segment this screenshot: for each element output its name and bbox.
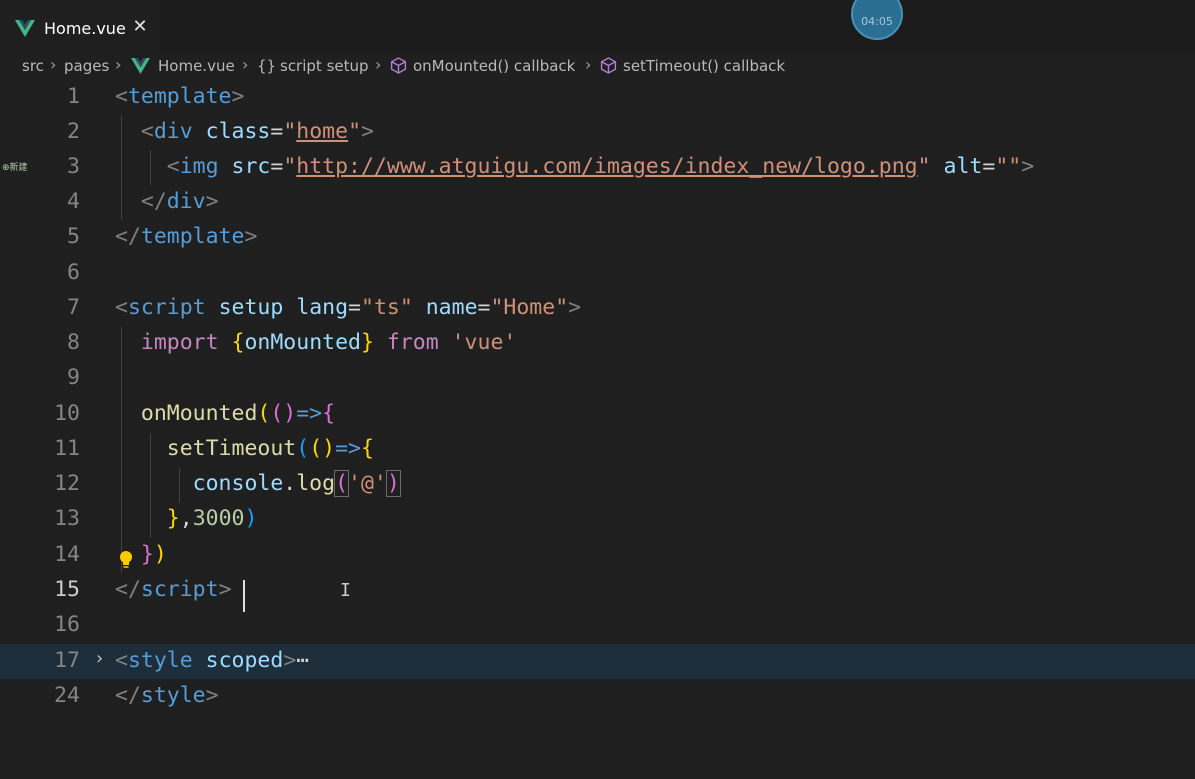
tab-bar: Home.vue ✕ 04:05 xyxy=(0,0,1195,52)
line-number: 13 xyxy=(54,506,80,531)
code-line: 9 xyxy=(0,361,1195,396)
line-number: 3 xyxy=(67,154,80,179)
line-number: 10 xyxy=(54,401,80,426)
code-line: 10 onMounted(()=>{ xyxy=(0,397,1195,432)
line-number: 8 xyxy=(67,330,80,355)
code-line-folded: 17 › <style scoped>⋯ xyxy=(0,644,1195,679)
code-text: console.log('@') xyxy=(192,470,401,497)
code-text: <template> xyxy=(115,84,245,109)
breadcrumb-item-onmounted[interactable]: onMounted() callback xyxy=(413,57,575,75)
vue-logo-icon xyxy=(131,58,150,74)
chevron-right-icon: › xyxy=(50,55,57,74)
chevron-right-icon: › xyxy=(585,55,592,74)
tab-title: Home.vue xyxy=(44,19,126,38)
code-line: 14 }) xyxy=(0,538,1195,573)
code-line: 6 xyxy=(0,256,1195,291)
code-line: 24 </style> xyxy=(0,679,1195,714)
code-text: </div> xyxy=(140,189,219,214)
tab-home-vue[interactable]: Home.vue ✕ xyxy=(0,0,160,52)
line-number: 12 xyxy=(54,471,80,496)
code-line: 8 import {onMounted} from 'vue' xyxy=(0,326,1195,361)
chevron-right-icon: › xyxy=(115,55,122,74)
chevron-right-icon[interactable]: › xyxy=(94,648,105,669)
cube-icon xyxy=(600,57,617,74)
code-line: 13 },3000) xyxy=(0,502,1195,537)
chevron-right-icon: › xyxy=(375,55,382,74)
code-line: 2 <div class="home"> xyxy=(0,115,1195,150)
cube-icon xyxy=(390,57,407,74)
line-number: 24 xyxy=(54,683,80,708)
line-number: 7 xyxy=(67,295,80,320)
line-number: 6 xyxy=(67,260,80,285)
text-cursor xyxy=(243,580,245,612)
code-text: <style scoped>⋯ xyxy=(115,648,310,673)
code-text: <div class="home"> xyxy=(140,119,374,144)
line-number: 11 xyxy=(54,436,80,461)
lightbulb-icon[interactable] xyxy=(118,550,134,570)
code-text: },3000) xyxy=(166,506,258,531)
recording-timer: 04:05 xyxy=(851,0,903,40)
code-line-active: 15 </script> xyxy=(0,573,1195,608)
line-number: 17 xyxy=(54,648,80,673)
code-text: <script setup lang="ts" name="Home"> xyxy=(115,295,582,320)
code-line: 11 setTimeout(()=>{ xyxy=(0,432,1195,467)
code-line: 1 <template> xyxy=(0,80,1195,115)
breadcrumb-item-pages[interactable]: pages xyxy=(64,57,109,75)
fold-ellipsis-icon[interactable]: ⋯ xyxy=(296,648,309,673)
code-line: 3 <img src="http://www.atguigu.com/image… xyxy=(0,150,1195,185)
line-number: 4 xyxy=(67,189,80,214)
braces-icon: {} xyxy=(257,57,277,75)
line-number: 16 xyxy=(54,612,80,637)
code-text: import {onMounted} from 'vue' xyxy=(140,330,517,355)
close-icon[interactable]: ✕ xyxy=(132,16,148,37)
line-number: 9 xyxy=(67,365,80,390)
breadcrumb: src › pages › Home.vue › {} script setup… xyxy=(0,52,1195,80)
code-line: 4 </div> xyxy=(0,185,1195,220)
line-number: 1 xyxy=(67,84,80,109)
breadcrumb-item-src[interactable]: src xyxy=(22,57,44,75)
code-text: setTimeout(()=>{ xyxy=(166,436,374,461)
code-text: onMounted(()=>{ xyxy=(140,401,336,426)
code-line: 7 <script setup lang="ts" name="Home"> xyxy=(0,291,1195,326)
line-number: 2 xyxy=(67,119,80,144)
ibeam-pointer-icon: I xyxy=(340,580,351,601)
code-line: 12 console.log('@') xyxy=(0,467,1195,502)
code-text: <img src="http://www.atguigu.com/images/… xyxy=(166,154,1035,179)
code-text: </template> xyxy=(115,224,258,249)
breadcrumb-item-script-setup[interactable]: script setup xyxy=(280,57,369,75)
code-editor[interactable]: ⊕新建 1 <template> 2 <div class="home"> 3 … xyxy=(0,80,1195,735)
breadcrumb-item-settimeout[interactable]: setTimeout() callback xyxy=(623,57,785,75)
code-text: </script> xyxy=(115,577,232,602)
code-line: 5 </template> xyxy=(0,220,1195,255)
line-number: 15 xyxy=(54,577,80,602)
code-line: 16 xyxy=(0,608,1195,643)
chevron-right-icon: › xyxy=(242,55,249,74)
line-number: 5 xyxy=(67,224,80,249)
breadcrumb-item-file[interactable]: Home.vue xyxy=(158,57,235,75)
code-text: </style> xyxy=(115,683,219,708)
vue-logo-icon xyxy=(15,20,35,37)
line-number: 14 xyxy=(54,542,80,567)
